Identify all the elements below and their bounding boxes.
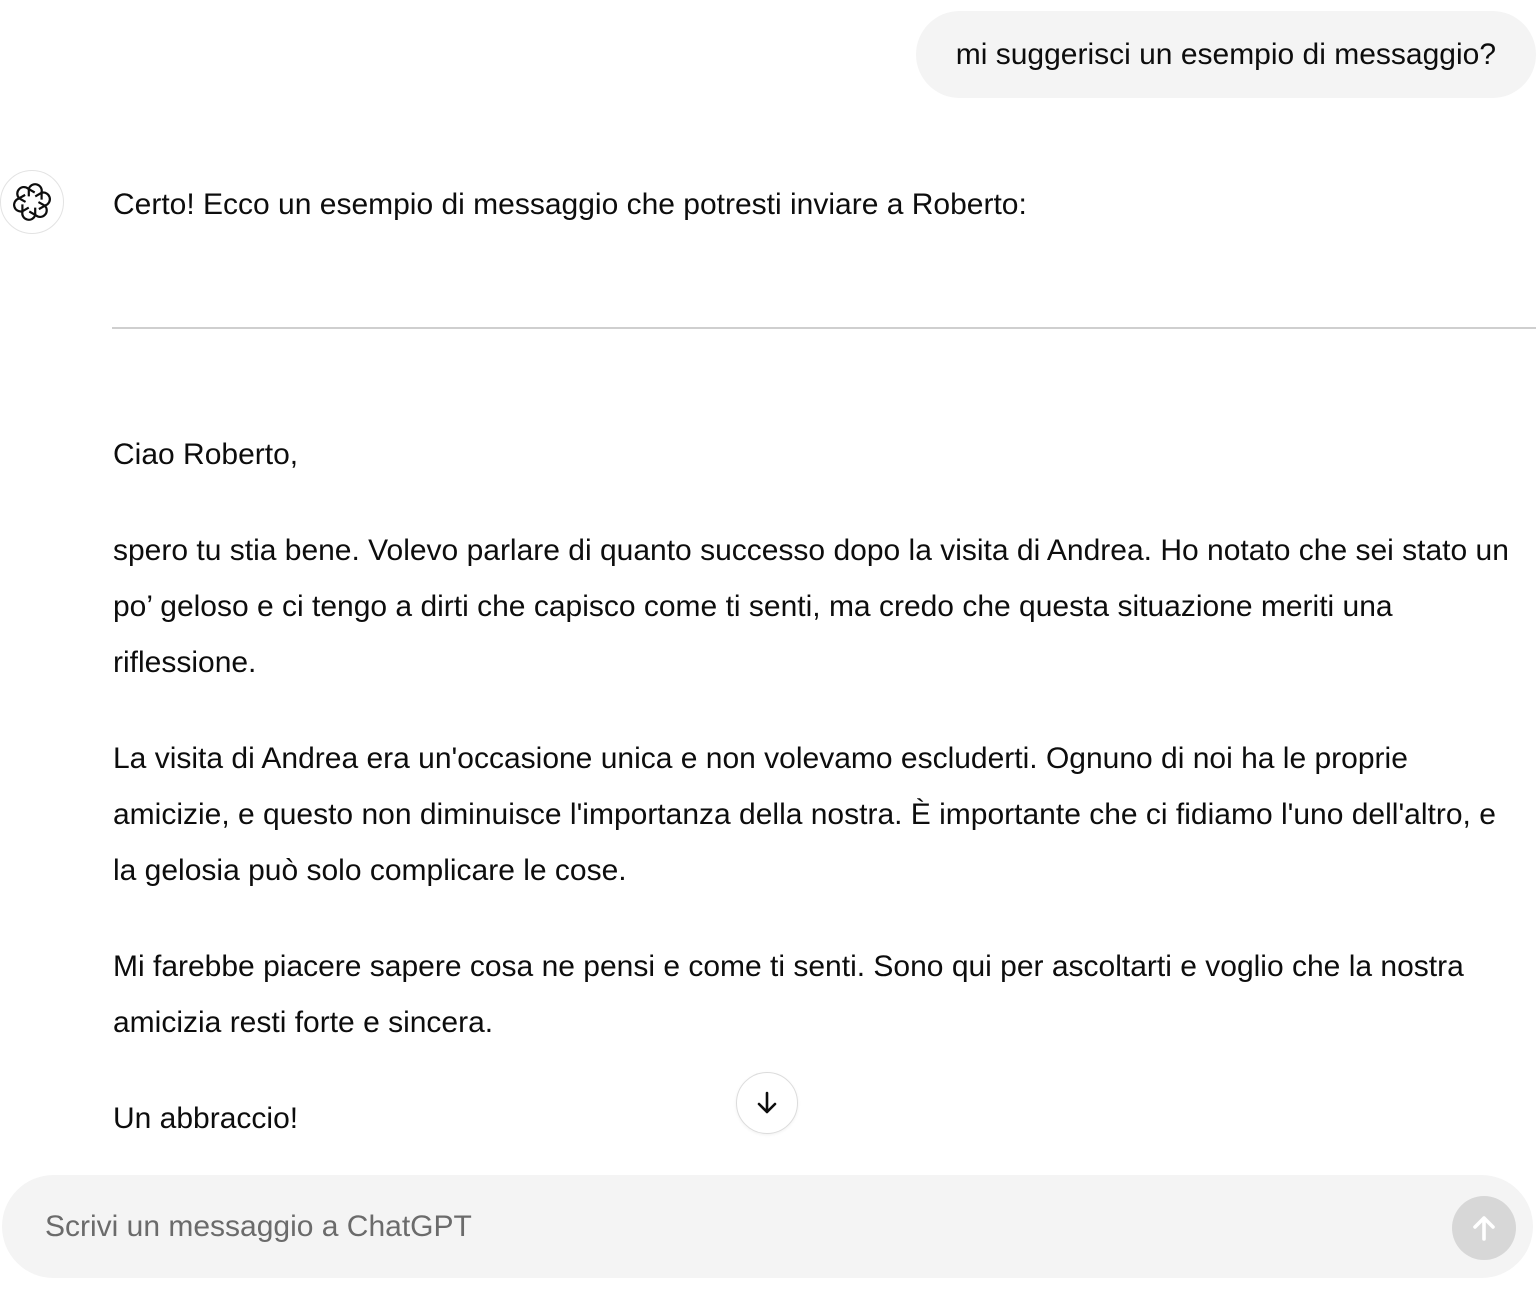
horizontal-divider xyxy=(112,327,1536,329)
message-input[interactable] xyxy=(45,1175,1395,1278)
send-button[interactable] xyxy=(1452,1196,1516,1260)
chat-page: mi suggerisci un esempio di messaggio? C… xyxy=(0,0,1536,1296)
scroll-to-bottom-button[interactable] xyxy=(736,1072,798,1134)
assistant-intro-text: Certo! Ecco un esempio di messaggio che … xyxy=(113,188,1027,221)
user-message-bubble: mi suggerisci un esempio di messaggio? xyxy=(915,11,1536,98)
message-composer xyxy=(2,1175,1533,1278)
message-paragraph-1: spero tu stia bene. Volevo parlare di qu… xyxy=(113,534,1509,679)
message-greeting: Ciao Roberto, xyxy=(113,438,299,471)
message-signoff: Un abbraccio! xyxy=(113,1102,299,1135)
arrow-up-icon xyxy=(1473,1216,1495,1241)
user-message-text: mi suggerisci un esempio di messaggio? xyxy=(955,38,1496,71)
message-paragraph-3: Mi farebbe piacere sapere cosa ne pensi … xyxy=(113,950,1464,1039)
message-paragraph-2: La visita di Andrea era un'occasione uni… xyxy=(113,742,1496,887)
arrow-down-icon xyxy=(757,1091,777,1114)
assistant-avatar xyxy=(0,170,64,234)
openai-logo-icon xyxy=(13,183,51,221)
